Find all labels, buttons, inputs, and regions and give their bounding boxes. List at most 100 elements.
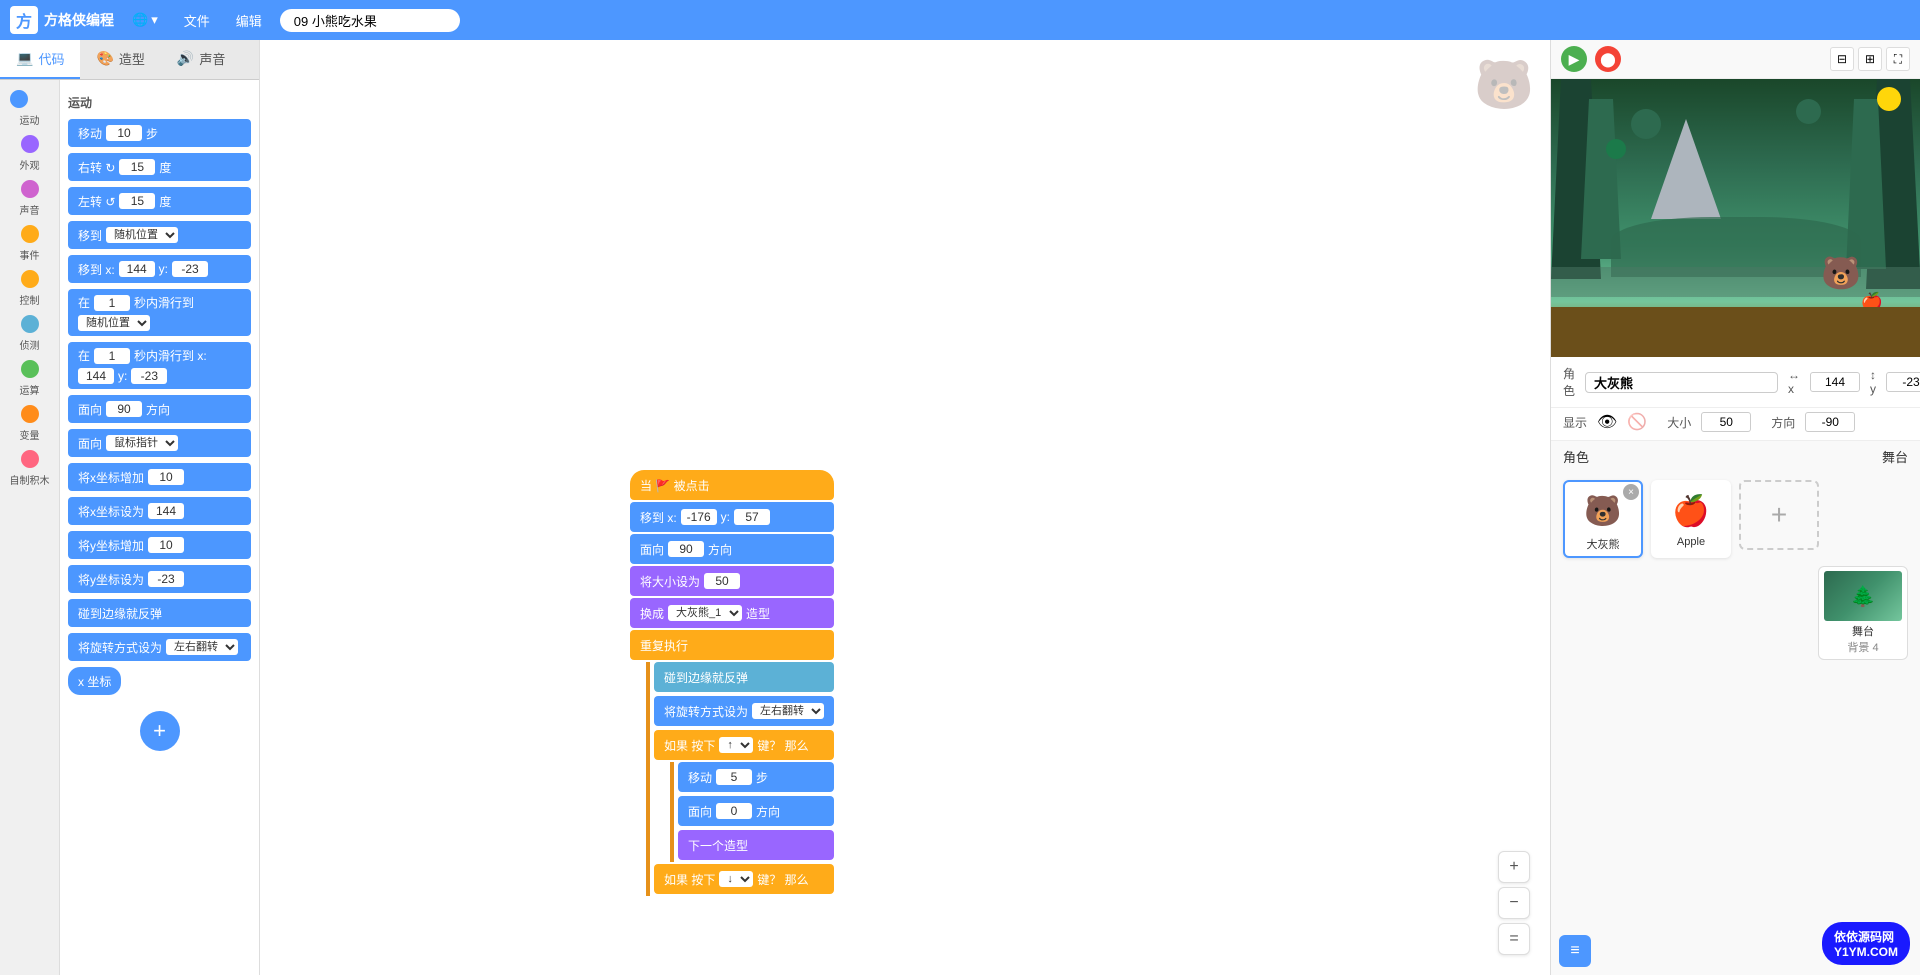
cat-events-label: 事件 — [0, 247, 59, 262]
sound-tab-icon: 🔊 — [177, 50, 194, 67]
sprite-card-bear[interactable]: × 🐻 大灰熊 — [1563, 480, 1643, 558]
cat-variables[interactable] — [0, 399, 59, 429]
s-block-moveto[interactable]: 移到 x: y: — [630, 502, 834, 532]
tab-sound[interactable]: 🔊 声音 — [161, 40, 241, 79]
sprite-delete-bear[interactable]: × — [1623, 484, 1639, 500]
block-rotation-style[interactable]: 将旋转方式设为 左右翻转 — [68, 633, 251, 661]
block-x-reporter[interactable]: x 坐标 — [68, 667, 121, 695]
sprite-card-apple[interactable]: 🍎 Apple — [1651, 480, 1731, 558]
cat-looks-dot — [21, 135, 39, 153]
cat-motion-label: 运动 — [0, 112, 59, 127]
category-palette: 运动 外观 声音 事件 控制 — [0, 80, 60, 975]
block-goto-xy[interactable]: 移到 x: y: — [68, 255, 251, 283]
logo: 方 方格侠编程 — [10, 6, 114, 34]
blocks-header: 运动 — [68, 90, 251, 113]
stop-button[interactable]: ⬤ — [1595, 46, 1621, 72]
cat-control[interactable] — [0, 264, 59, 294]
sprite-y-input[interactable] — [1886, 372, 1920, 392]
tab-code[interactable]: 💻 代码 — [0, 40, 80, 79]
block-turn-right[interactable]: 右转 ↻ 度 — [68, 153, 251, 181]
nav-button[interactable]: ≡ — [1559, 935, 1591, 967]
cat-sensing[interactable] — [0, 309, 59, 339]
ground — [1551, 307, 1920, 357]
s-block-face0[interactable]: 面向 方向 — [678, 796, 834, 826]
show-button[interactable]: 👁 — [1597, 412, 1617, 432]
cat-looks[interactable] — [0, 129, 59, 159]
block-change-y[interactable]: 将y坐标增加 — [68, 531, 251, 559]
s-block-setsize[interactable]: 将大小设为 — [630, 566, 834, 596]
stage-small-view-button[interactable]: ⊟ — [1830, 47, 1854, 71]
cat-operators[interactable] — [0, 354, 59, 384]
cat-sound-label: 声音 — [0, 202, 59, 217]
stage-section-header: 舞台 — [1882, 447, 1908, 466]
tab-costume[interactable]: 🎨 造型 — [80, 40, 160, 79]
s-block-forever[interactable]: 重复执行 — [630, 630, 834, 660]
s-block-if2[interactable]: 如果 按下 ↓ 键？ 那么 — [654, 864, 834, 894]
canvas-area[interactable]: 🐻 当 🚩 被点击 移到 x: y: 面向 方向 — [260, 40, 1550, 975]
s-block-move5[interactable]: 移动 步 — [678, 762, 834, 792]
block-set-x[interactable]: 将x坐标设为 — [68, 497, 251, 525]
sprite-info-bar2: 显示 👁 🚫 大小 方向 — [1551, 408, 1920, 441]
xy-label-y: ↕ y — [1870, 368, 1876, 396]
s-block-bounce[interactable]: 碰到边缘就反弹 — [654, 662, 834, 692]
loop-body: 碰到边缘就反弹 将旋转方式设为 左右翻转 如果 按下 ↑ 键？ 那么 — [646, 662, 834, 896]
cat-events-dot — [21, 225, 39, 243]
sprites-list-header: 角色 舞台 — [1551, 441, 1920, 472]
block-face-direction[interactable]: 面向 方向 — [68, 395, 251, 423]
cat-control-label: 控制 — [0, 292, 59, 307]
cat-events[interactable] — [0, 219, 59, 249]
add-block-area: + — [68, 711, 251, 751]
zoom-in-button[interactable]: + — [1498, 851, 1530, 883]
green-flag-button[interactable]: ▶ — [1561, 46, 1587, 72]
zoom-out-button[interactable]: − — [1498, 887, 1530, 919]
stage-normal-view-button[interactable]: ⊞ — [1858, 47, 1882, 71]
project-name-input[interactable] — [280, 9, 460, 32]
display-label: 显示 — [1563, 414, 1587, 431]
block-face-mouse[interactable]: 面向 鼠标指针 — [68, 429, 251, 457]
block-turn-left[interactable]: 左转 ↺ 度 — [68, 187, 251, 215]
block-change-x[interactable]: 将x坐标增加 — [68, 463, 251, 491]
sprite-size-input[interactable] — [1701, 412, 1751, 432]
stage-thumb[interactable]: 🌲 舞台 背景 4 — [1818, 566, 1908, 660]
bg-count-num: 4 — [1872, 642, 1878, 654]
block-goto-random[interactable]: 移到 随机位置 — [68, 221, 251, 249]
s-block-hat[interactable]: 当 🚩 被点击 — [630, 470, 834, 500]
sprite-direction-input[interactable] — [1805, 412, 1855, 432]
if1-body: 移动 步 面向 方向 下一个造型 — [670, 762, 834, 862]
script-container: 当 🚩 被点击 移到 x: y: 面向 方向 将大小设为 — [630, 470, 834, 896]
sprite-img-apple: 🍎 — [1661, 486, 1721, 536]
s-block-nextcostume[interactable]: 下一个造型 — [678, 830, 834, 860]
cat-motion[interactable] — [0, 84, 59, 114]
hide-button[interactable]: 🚫 — [1627, 412, 1647, 432]
s-block-face[interactable]: 面向 方向 — [630, 534, 834, 564]
s-block-costume[interactable]: 换成 大灰熊_1 造型 — [630, 598, 834, 628]
edit-menu[interactable]: 编辑 — [228, 7, 270, 34]
file-menu[interactable]: 文件 — [176, 7, 218, 34]
xy-label-x: ↔ x — [1788, 368, 1800, 396]
bush-circle — [1606, 139, 1626, 159]
sprite-info-bar: 角色 ↔ x ↕ y — [1551, 357, 1920, 408]
block-glide-random[interactable]: 在 秒内滑行到 随机位置 — [68, 289, 251, 336]
s-block-if1[interactable]: 如果 按下 ↑ 键？ 那么 — [654, 730, 834, 760]
costume-tab-icon: 🎨 — [96, 50, 113, 67]
block-move[interactable]: 移动 步 — [68, 119, 251, 147]
s-block-rotation[interactable]: 将旋转方式设为 左右翻转 — [654, 696, 834, 726]
block-glide-xy[interactable]: 在 秒内滑行到 x: y: — [68, 342, 251, 389]
add-sprite-plus-button[interactable]: + — [1739, 480, 1819, 550]
sprite-name-input[interactable] — [1585, 372, 1778, 393]
script-block-main: 当 🚩 被点击 移到 x: y: 面向 方向 将大小设为 — [630, 470, 834, 896]
add-sprite-button[interactable]: + — [140, 711, 180, 751]
cat-custom[interactable] — [0, 444, 59, 474]
block-set-y[interactable]: 将y坐标设为 — [68, 565, 251, 593]
tab-costume-label: 造型 — [119, 49, 145, 68]
globe-menu[interactable]: 🌐 ▾ — [124, 8, 166, 32]
zoom-reset-button[interactable]: = — [1498, 923, 1530, 955]
s-block-if1-wrap: 如果 按下 ↑ 键？ 那么 移动 步 面向 方向 下一个造型 — [654, 730, 834, 862]
globe-arrow: ▾ — [151, 12, 158, 28]
stage-fullscreen-button[interactable]: ⛶ — [1886, 47, 1910, 71]
sprite-x-input[interactable] — [1810, 372, 1860, 392]
tree-circle-2 — [1796, 99, 1821, 124]
canvas-sprite-indicator: 🐻 — [1474, 56, 1534, 113]
block-bounce[interactable]: 碰到边缘就反弹 — [68, 599, 251, 627]
cat-sound[interactable] — [0, 174, 59, 204]
